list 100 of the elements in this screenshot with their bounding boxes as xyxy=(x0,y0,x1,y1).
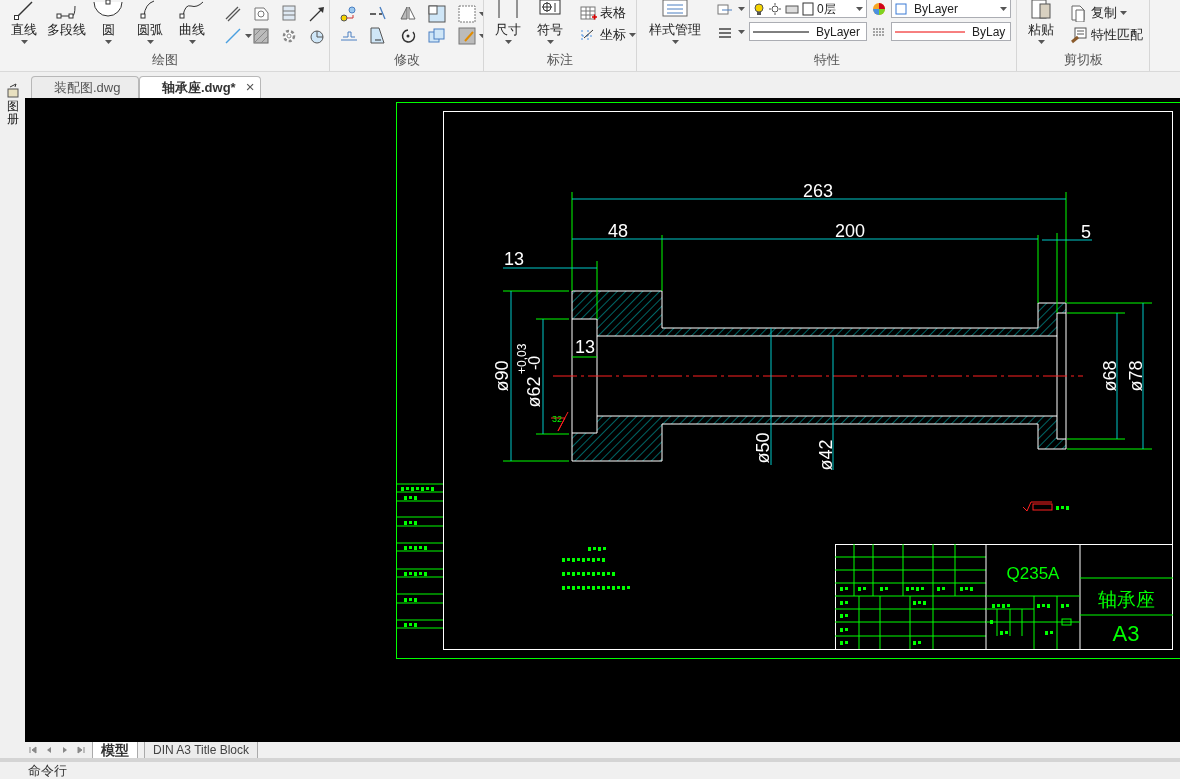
color-wheel-icon[interactable] xyxy=(871,0,887,17)
sheet-size-text: A3 xyxy=(1112,621,1140,646)
command-line-label: 命令行 xyxy=(28,761,67,779)
dimension-text: ø62 xyxy=(524,376,544,408)
block-icon[interactable] xyxy=(279,4,299,24)
side-panel-tab[interactable]: 图册 xyxy=(6,100,19,127)
bulb-icon[interactable] xyxy=(753,1,765,16)
dimension-text: ø78 xyxy=(1126,360,1146,392)
caret-icon[interactable] xyxy=(20,40,28,44)
ribbon-group-title: 绘图 xyxy=(150,51,179,69)
first-page-icon[interactable] xyxy=(28,745,38,755)
dimension-text: ø68 xyxy=(1100,360,1120,392)
clipboard-icon[interactable] xyxy=(1029,0,1053,20)
ribbon-small-button[interactable]: 复制 xyxy=(1070,4,1143,22)
match-properties-icon[interactable] xyxy=(1070,26,1088,44)
copy-icon[interactable] xyxy=(1070,4,1088,22)
ribbon-group-title: 剪切板 xyxy=(1062,51,1104,69)
extension-line xyxy=(1066,438,1126,440)
dimension-text: ø50 xyxy=(753,432,773,464)
ribbon-button[interactable]: 粘贴 xyxy=(1020,0,1062,44)
dimension-text: 13 xyxy=(575,337,595,357)
file-tab[interactable]: 装配图.dwg xyxy=(31,76,139,98)
dimension-line xyxy=(1041,239,1093,241)
array-icon[interactable] xyxy=(427,26,448,46)
caret-icon[interactable] xyxy=(188,40,196,44)
ribbon-button[interactable]: 圆 xyxy=(87,0,129,44)
parallel-lines-icon[interactable] xyxy=(223,4,243,24)
caret-icon[interactable] xyxy=(478,12,483,16)
ribbon-button[interactable]: 符号 xyxy=(529,0,571,44)
scale-icon[interactable] xyxy=(427,4,448,24)
caret-icon[interactable] xyxy=(1000,6,1007,11)
ribbon-group-title: 修改 xyxy=(392,51,421,69)
lineweight-dropdown[interactable]: ByLay xyxy=(891,22,1011,41)
color-swatch-icon[interactable] xyxy=(802,1,814,16)
close-button[interactable]: × xyxy=(245,76,255,99)
extension-line xyxy=(502,460,570,462)
ribbon-button[interactable]: 直线 xyxy=(3,0,45,44)
extension-line xyxy=(661,234,663,292)
caret-icon[interactable] xyxy=(738,29,745,34)
ribbon-small-button[interactable]: 表格 xyxy=(579,4,636,22)
caret-icon[interactable] xyxy=(478,34,483,38)
ribbon-small-button[interactable]: 坐标 xyxy=(579,26,636,44)
extension-line xyxy=(1066,312,1126,314)
pointer-arrow-icon[interactable] xyxy=(307,4,327,24)
dimension-text: 263 xyxy=(803,181,833,201)
curve-icon[interactable] xyxy=(179,0,205,20)
caret-icon[interactable] xyxy=(1120,11,1127,15)
hatch-icon[interactable] xyxy=(251,26,271,46)
dimension-text: ø42 xyxy=(816,439,836,471)
table-icon[interactable] xyxy=(579,4,597,22)
caret-icon[interactable] xyxy=(738,6,745,11)
linetype-dropdown[interactable]: ByLayer xyxy=(749,22,867,41)
caret-icon[interactable] xyxy=(104,40,112,44)
color-swatch-icon[interactable] xyxy=(895,2,907,15)
dimension-text: 5 xyxy=(1081,222,1091,242)
ribbon-button[interactable]: 圆弧 xyxy=(129,0,171,44)
ribbon-button[interactable]: 多段线 xyxy=(45,0,87,38)
dimension-text: 48 xyxy=(608,221,628,241)
ribbon-group-title: 标注 xyxy=(546,51,574,69)
ribbon-button[interactable]: 曲线 xyxy=(171,0,213,44)
line-icon[interactable] xyxy=(14,0,34,20)
ribbon-button[interactable]: 尺寸 xyxy=(487,0,529,44)
extension-line xyxy=(535,318,570,320)
layout-tab[interactable]: 模型 xyxy=(92,742,138,758)
caret-icon[interactable] xyxy=(671,40,679,44)
extension-line xyxy=(596,260,598,320)
caret-icon[interactable] xyxy=(856,6,863,11)
dimension-text: 13 xyxy=(504,249,524,269)
move-icon[interactable] xyxy=(339,4,359,24)
ribbon-small-button[interactable]: 特性匹配 xyxy=(1070,26,1143,44)
caret-icon[interactable] xyxy=(245,34,252,38)
ribbon-group-title: 特性 xyxy=(812,51,841,69)
caret-icon[interactable] xyxy=(546,40,554,44)
sun-icon[interactable] xyxy=(768,1,782,16)
tolerance-text: +0,03 xyxy=(515,343,529,374)
extension-line xyxy=(535,433,570,435)
technical-notes-drawing xyxy=(562,547,630,590)
roughness-value: 32 xyxy=(552,414,562,424)
caret-icon[interactable] xyxy=(1037,40,1045,44)
part-name-text: 轴承座 xyxy=(1097,589,1155,610)
extension-line xyxy=(1037,234,1039,304)
surface-finish-symbol-drawing xyxy=(1022,501,1069,512)
color-dropdown[interactable]: ByLayer xyxy=(891,0,1011,18)
layer-dropdown[interactable]: 0层 xyxy=(749,0,867,18)
caret-icon[interactable] xyxy=(629,33,636,37)
caret-icon[interactable] xyxy=(504,40,512,44)
file-tab[interactable]: 轴承座.dwg* × xyxy=(139,76,261,98)
drawing-set-icon[interactable] xyxy=(4,82,21,98)
tolerance-text: -0 xyxy=(526,355,543,370)
extension-line xyxy=(571,356,598,358)
layout-tab[interactable]: DIN A3 Title Block xyxy=(144,742,259,758)
dimension-icon[interactable] xyxy=(497,0,519,20)
dimension-text: ø90 xyxy=(492,360,512,392)
material-text: Q235A xyxy=(1006,564,1060,583)
last-page-icon[interactable] xyxy=(76,745,86,755)
ribbon-button[interactable]: 样式管理 xyxy=(640,0,710,44)
caret-icon[interactable] xyxy=(146,40,154,44)
polygon-icon[interactable] xyxy=(251,4,271,24)
roughness-symbol xyxy=(550,411,569,432)
dimension-text: 200 xyxy=(835,221,865,241)
